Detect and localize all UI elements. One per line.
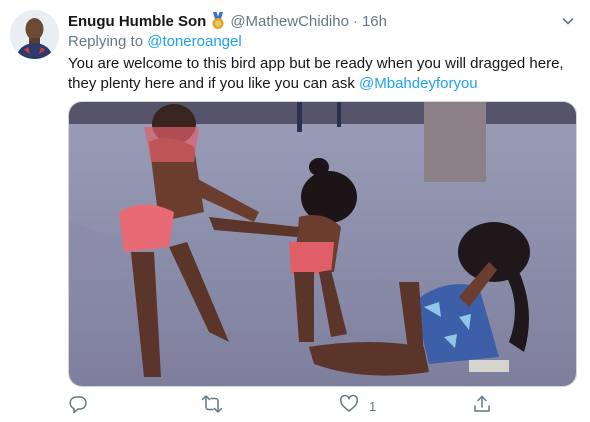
- replying-to-label: Replying to: [68, 33, 148, 50]
- separator-dot: ·: [352, 12, 358, 30]
- tweet-text-line-2: they plenty here and if you like you can…: [68, 74, 578, 94]
- share-icon: [472, 394, 492, 419]
- like-count: 1: [369, 398, 377, 414]
- tweet-text: You are welcome to this bird app but be …: [68, 54, 578, 94]
- display-name[interactable]: Enugu Humble Son: [68, 13, 206, 30]
- reply-button[interactable]: [68, 395, 88, 417]
- avatar[interactable]: [10, 10, 59, 59]
- reply-icon: [68, 394, 88, 419]
- replying-to-mention[interactable]: @toneroangel: [147, 33, 241, 50]
- chevron-down-icon[interactable]: [558, 11, 578, 31]
- tweet-mention-link[interactable]: @Mbahdeyforyou: [359, 75, 478, 92]
- medal-icon: [210, 12, 226, 30]
- user-handle[interactable]: @MathewChidiho: [230, 13, 349, 30]
- heart-icon: [339, 394, 359, 419]
- replying-to: Replying to @toneroangel: [68, 33, 242, 50]
- tweet-photo[interactable]: [68, 101, 577, 387]
- avatar-image: [10, 10, 59, 59]
- timestamp[interactable]: 16h: [362, 13, 387, 30]
- share-button[interactable]: [472, 395, 492, 417]
- like-button[interactable]: 1: [339, 394, 377, 419]
- photo-image: [69, 102, 576, 386]
- tweet-text-line-1: You are welcome to this bird app but be …: [68, 55, 564, 72]
- tweet-header: Enugu Humble Son @MathewChidiho · 16h: [68, 11, 578, 31]
- retweet-icon: [201, 394, 223, 419]
- tweet-actions: 1: [68, 394, 568, 419]
- retweet-button[interactable]: [201, 394, 223, 419]
- tweet-text-line-2-body: they plenty here and if you like you can…: [68, 75, 360, 92]
